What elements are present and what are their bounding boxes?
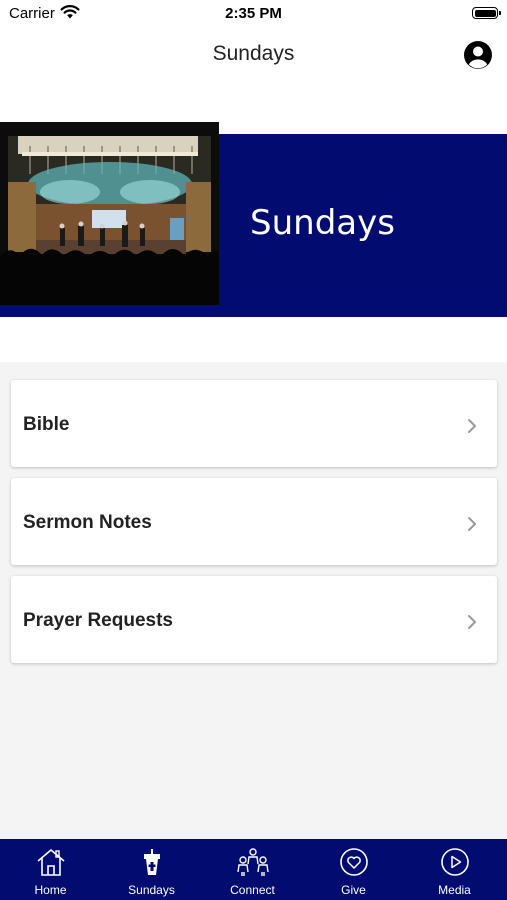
tab-connect[interactable]: Connect — [202, 839, 303, 900]
battery-icon — [472, 7, 501, 19]
tab-home[interactable]: Home — [0, 839, 101, 900]
podium-icon — [143, 849, 160, 875]
tab-give[interactable]: Give — [303, 839, 404, 900]
status-bar: Carrier 2:35 PM — [0, 0, 507, 28]
chevron-right-icon — [468, 517, 476, 531]
home-icon — [36, 849, 65, 876]
page-title: Sundays — [212, 42, 295, 65]
tab-label: Give — [341, 883, 366, 897]
heart-icon — [339, 848, 368, 876]
navigation-bar: Sundays — [0, 28, 507, 80]
tab-sundays[interactable]: Sundays — [101, 839, 202, 900]
tab-media[interactable]: Media — [404, 839, 505, 900]
worship-stage-photo — [0, 122, 219, 305]
chevron-right-icon — [468, 419, 476, 433]
tab-label: Media — [438, 883, 471, 897]
play-icon — [440, 848, 469, 876]
prayer-requests-menu-item[interactable]: Prayer Requests — [11, 576, 497, 663]
chevron-right-icon — [468, 615, 476, 629]
people-icon — [236, 848, 269, 876]
tab-label: Home — [34, 883, 67, 897]
hero-title: Sundays — [250, 203, 395, 243]
bible-menu-item[interactable]: Bible — [11, 380, 497, 467]
tab-label: Sundays — [128, 883, 175, 897]
menu-item-label: Sermon Notes — [23, 512, 152, 533]
menu-item-label: Bible — [23, 414, 70, 435]
menu-item-label: Prayer Requests — [23, 610, 173, 631]
clock: 2:35 PM — [225, 5, 282, 22]
sermon-notes-menu-item[interactable]: Sermon Notes — [11, 478, 497, 565]
tab-bar: Home Sundays Connect Give Media — [0, 839, 507, 900]
tab-label: Connect — [230, 883, 275, 897]
profile-icon[interactable] — [463, 40, 493, 70]
